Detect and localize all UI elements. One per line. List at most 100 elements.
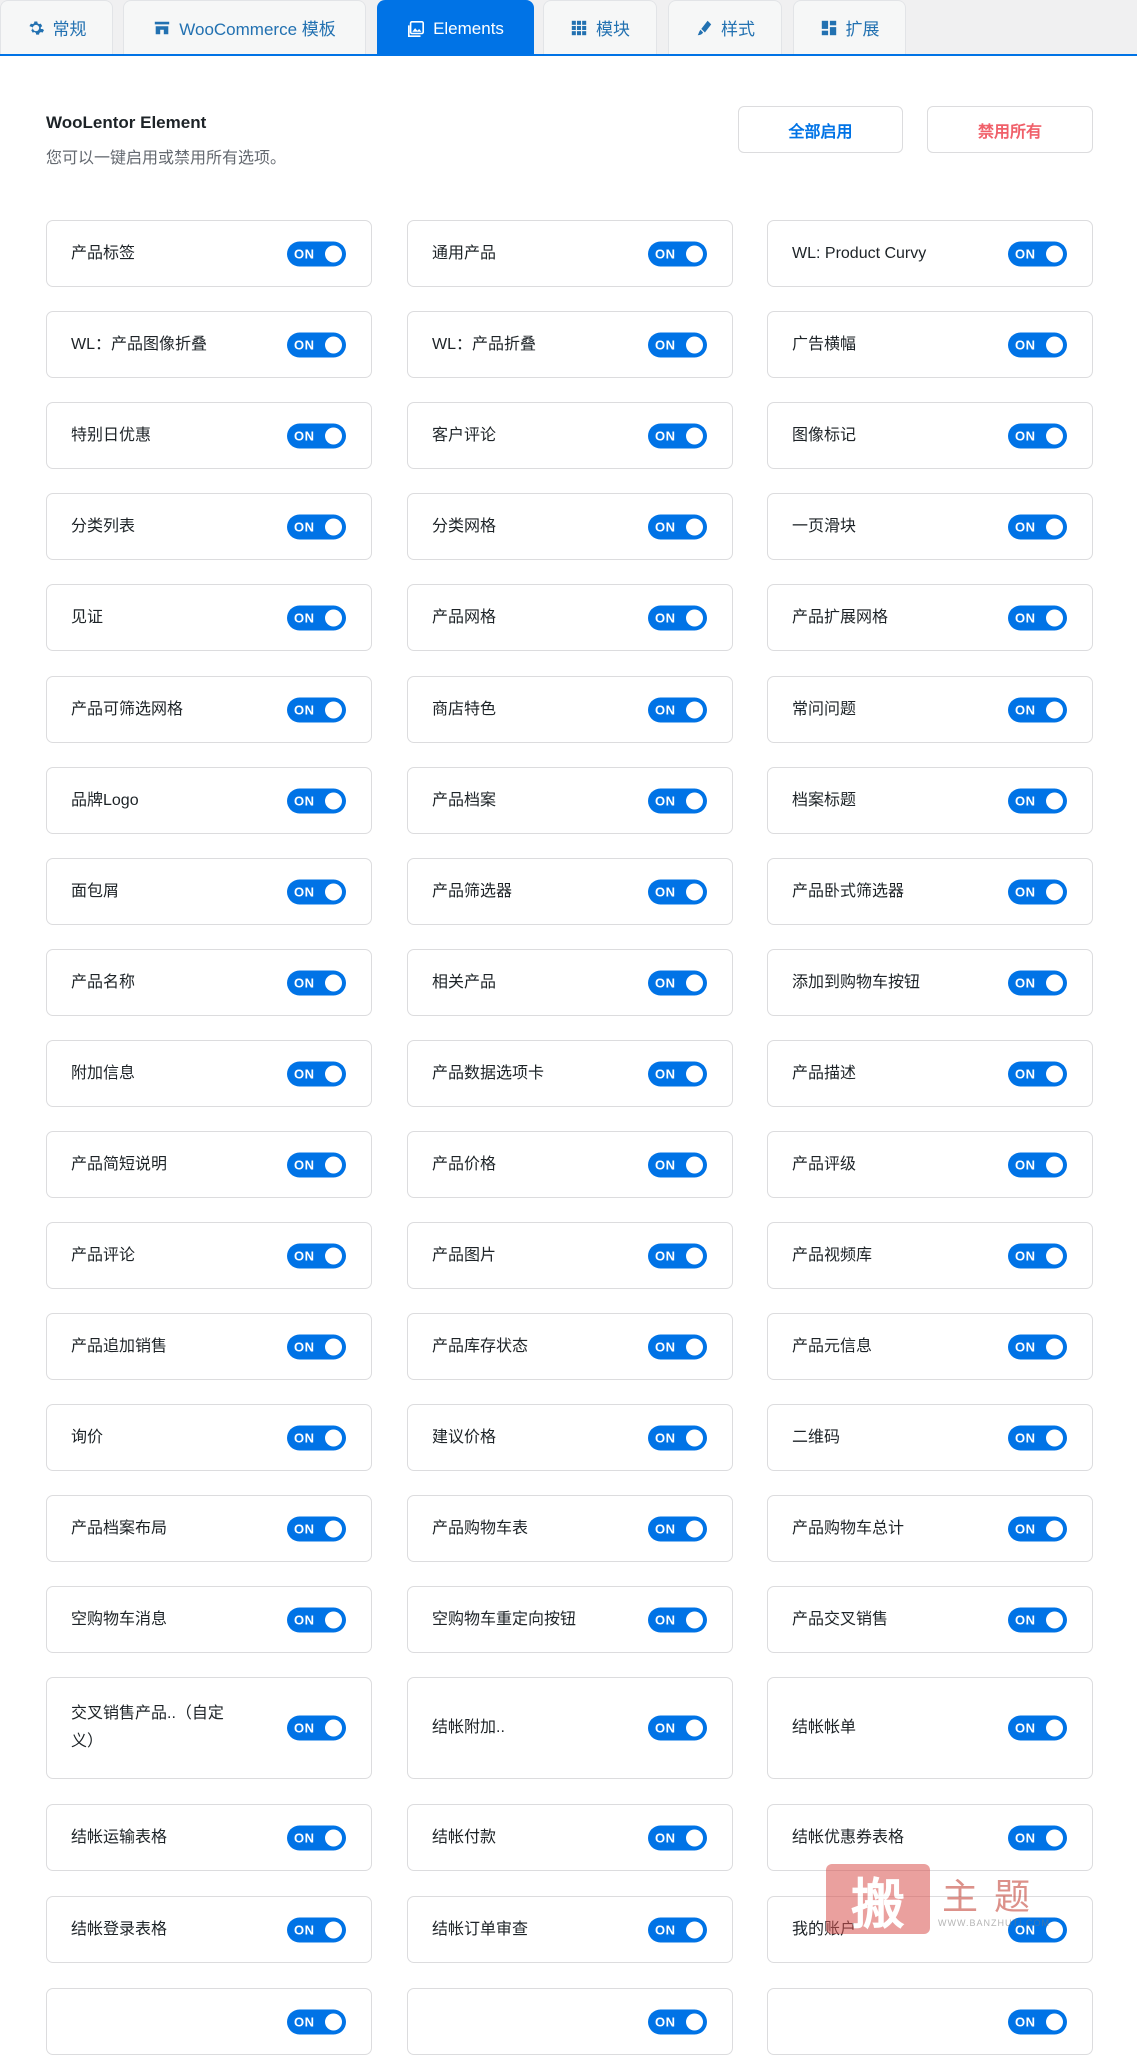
- element-toggle[interactable]: ON: [648, 1825, 707, 1850]
- element-toggle[interactable]: ON: [648, 514, 707, 539]
- element-toggle[interactable]: ON: [648, 1243, 707, 1268]
- element-card: 产品价格 ON: [407, 1131, 733, 1198]
- element-toggle[interactable]: ON: [1008, 1516, 1067, 1541]
- element-toggle[interactable]: ON: [287, 697, 346, 722]
- element-toggle[interactable]: ON: [648, 1715, 707, 1741]
- element-card: 特别日优惠 ON: [46, 402, 372, 469]
- element-toggle[interactable]: ON: [648, 1334, 707, 1359]
- toggle-on-label: ON: [655, 1922, 676, 1937]
- toggle-knob: [325, 974, 342, 991]
- element-toggle[interactable]: ON: [287, 1152, 346, 1177]
- element-toggle[interactable]: ON: [648, 879, 707, 904]
- disable-all-button[interactable]: 禁用所有: [927, 106, 1093, 153]
- element-toggle[interactable]: ON: [287, 1425, 346, 1450]
- element-toggle[interactable]: ON: [1008, 332, 1067, 357]
- element-toggle[interactable]: ON: [1008, 1607, 1067, 1632]
- toggle-on-label: ON: [294, 702, 315, 717]
- element-toggle[interactable]: ON: [287, 1825, 346, 1850]
- element-toggle[interactable]: ON: [1008, 697, 1067, 722]
- element-toggle[interactable]: ON: [287, 1607, 346, 1632]
- element-toggle[interactable]: ON: [648, 1152, 707, 1177]
- toggle-knob: [686, 1156, 703, 1173]
- element-toggle[interactable]: ON: [1008, 514, 1067, 539]
- toggle-knob: [325, 883, 342, 900]
- toggle-knob: [686, 883, 703, 900]
- element-toggle[interactable]: ON: [287, 1243, 346, 1268]
- enable-all-button[interactable]: 全部启用: [738, 106, 903, 153]
- element-toggle[interactable]: ON: [287, 605, 346, 630]
- tab-woocommerce-templates[interactable]: WooCommerce 模板: [123, 0, 366, 54]
- tab-label: 扩展: [845, 20, 880, 39]
- element-toggle[interactable]: ON: [1008, 241, 1067, 266]
- element-toggle[interactable]: ON: [648, 605, 707, 630]
- element-toggle[interactable]: ON: [648, 1607, 707, 1632]
- toggle-on-label: ON: [1015, 702, 1036, 717]
- element-toggle[interactable]: ON: [287, 788, 346, 813]
- element-card: 产品网格 ON: [407, 584, 733, 651]
- element-toggle[interactable]: ON: [287, 332, 346, 357]
- element-toggle[interactable]: ON: [648, 1061, 707, 1086]
- element-toggle[interactable]: ON: [648, 332, 707, 357]
- element-toggle[interactable]: ON: [1008, 879, 1067, 904]
- element-toggle[interactable]: ON: [1008, 1243, 1067, 1268]
- tab-general[interactable]: 常规: [0, 0, 113, 54]
- element-toggle[interactable]: ON: [1008, 970, 1067, 995]
- element-toggle[interactable]: ON: [648, 697, 707, 722]
- toggle-knob: [686, 1247, 703, 1264]
- element-toggle[interactable]: ON: [287, 514, 346, 539]
- toggle-knob: [1046, 1156, 1063, 1173]
- element-toggle[interactable]: ON: [287, 970, 346, 995]
- toggle-knob: [686, 792, 703, 809]
- element-toggle[interactable]: ON: [287, 241, 346, 266]
- element-toggle[interactable]: ON: [1008, 1152, 1067, 1177]
- tab-extensions[interactable]: 扩展: [793, 0, 906, 54]
- toggle-on-label: ON: [655, 1066, 676, 1081]
- element-toggle[interactable]: ON: [648, 788, 707, 813]
- toggle-on-label: ON: [294, 1339, 315, 1354]
- element-label: 产品标签: [71, 244, 136, 262]
- element-toggle[interactable]: ON: [1008, 423, 1067, 448]
- element-toggle[interactable]: ON: [1008, 1425, 1067, 1450]
- element-toggle[interactable]: ON: [1008, 2009, 1067, 2034]
- element-toggle[interactable]: ON: [287, 879, 346, 904]
- gear-icon: [27, 19, 45, 37]
- toggle-on-label: ON: [655, 1430, 676, 1445]
- element-toggle[interactable]: ON: [648, 1425, 707, 1450]
- element-card: 分类网格 ON: [407, 493, 733, 560]
- element-toggle[interactable]: ON: [287, 1061, 346, 1086]
- element-toggle[interactable]: ON: [1008, 1715, 1067, 1741]
- element-toggle[interactable]: ON: [648, 241, 707, 266]
- toggle-on-label: ON: [1015, 1248, 1036, 1263]
- element-toggle[interactable]: ON: [648, 970, 707, 995]
- element-toggle[interactable]: ON: [1008, 1334, 1067, 1359]
- element-toggle[interactable]: ON: [648, 423, 707, 448]
- element-toggle[interactable]: ON: [1008, 788, 1067, 813]
- element-card: 空购物车重定向按钮 ON: [407, 1586, 733, 1653]
- toggle-knob: [325, 1719, 342, 1737]
- element-toggle[interactable]: ON: [1008, 1061, 1067, 1086]
- element-label: 分类列表: [71, 517, 136, 535]
- tab-elements[interactable]: Elements: [377, 0, 534, 56]
- element-toggle[interactable]: ON: [287, 1334, 346, 1359]
- toggle-on-label: ON: [1015, 519, 1036, 534]
- element-toggle[interactable]: ON: [287, 1917, 346, 1942]
- element-card: ON: [407, 1988, 733, 2055]
- element-toggle[interactable]: ON: [648, 1516, 707, 1541]
- element-toggle[interactable]: ON: [287, 1516, 346, 1541]
- toggle-knob: [686, 1429, 703, 1446]
- toggle-knob: [1046, 427, 1063, 444]
- element-card: 产品视频库 ON: [767, 1222, 1093, 1289]
- element-toggle[interactable]: ON: [648, 1917, 707, 1942]
- tab-styles[interactable]: 样式: [668, 0, 782, 54]
- element-toggle[interactable]: ON: [648, 2009, 707, 2034]
- element-toggle[interactable]: ON: [1008, 1825, 1067, 1850]
- element-label: WL：产品折叠: [432, 335, 537, 353]
- element-toggle[interactable]: ON: [287, 1715, 346, 1741]
- element-card: 档案标题 ON: [767, 767, 1093, 834]
- element-toggle[interactable]: ON: [287, 2009, 346, 2034]
- toggle-on-label: ON: [294, 1830, 315, 1845]
- element-toggle[interactable]: ON: [1008, 605, 1067, 630]
- tab-modules[interactable]: 模块: [543, 0, 657, 54]
- toggle-on-label: ON: [655, 1521, 676, 1536]
- element-toggle[interactable]: ON: [287, 423, 346, 448]
